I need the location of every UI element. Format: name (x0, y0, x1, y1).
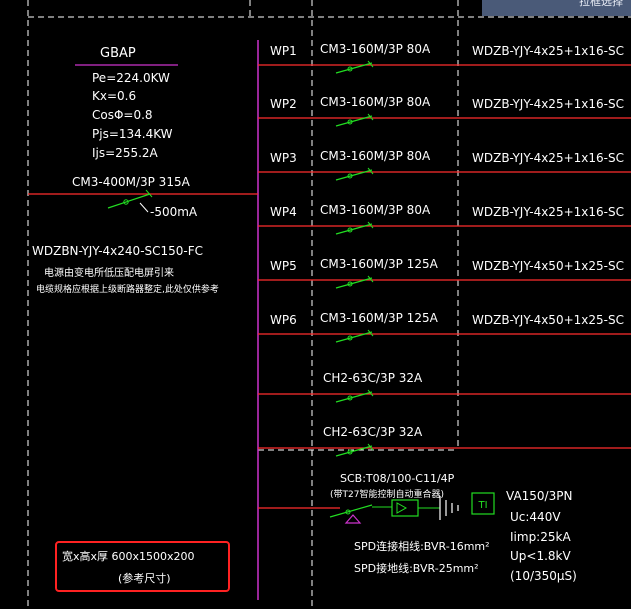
circuit-breaker-symbol (335, 275, 374, 289)
circuit-id: WP4 (270, 205, 297, 219)
circuit-id: WP1 (270, 44, 297, 58)
circuit-row: CH2-63C/3P 32A (258, 371, 631, 403)
circuit-breaker-symbol (335, 167, 374, 181)
circuit-breaker-label: CM3-160M/3P 125A (320, 311, 439, 325)
param-pe: Pe=224.0KW (92, 71, 170, 85)
outgoing-circuits: WP1 CM3-160M/3P 80A WDZB-YJY-4x25+1x16-SCW… (258, 42, 631, 457)
spd-phase-wire: SPD连接相线:BVR-16mm² (354, 539, 490, 553)
param-kx: Kx=0.6 (92, 89, 136, 103)
circuit-breaker-label: CM3-160M/3P 125A (320, 257, 439, 271)
window-select-tooltip: 拉框选择 (482, 0, 631, 16)
circuit-breaker-label: CM3-160M/3P 80A (320, 95, 431, 109)
source-note: 电源由变电所低压配电屏引来 (44, 266, 174, 279)
circuit-row: WP6 CM3-160M/3P 125A WDZB-YJY-4x50+1x25-SC (258, 311, 631, 343)
circuit-row: WP5 CM3-160M/3P 125A WDZB-YJY-4x50+1x25-SC (258, 257, 631, 289)
circuit-cable-label: WDZB-YJY-4x25+1x16-SC (472, 97, 624, 111)
leakage-label: -500mA (150, 205, 198, 219)
circuit-breaker-label: CH2-63C/3P 32A (323, 371, 423, 385)
circuit-row: WP1 CM3-160M/3P 80A WDZB-YJY-4x25+1x16-SC (258, 42, 631, 74)
circuit-cable-label: WDZB-YJY-4x25+1x16-SC (472, 205, 624, 219)
circuit-cable-label: WDZB-YJY-4x25+1x16-SC (472, 44, 624, 58)
circuit-breaker-symbol (335, 221, 374, 235)
spd-spec-model: VA150/3PN (506, 489, 572, 503)
circuit-breaker-symbol (335, 60, 374, 74)
circuit-row: WP4 CM3-160M/3P 80A WDZB-YJY-4x25+1x16-SC (258, 203, 631, 235)
circuit-breaker-symbol (335, 329, 374, 343)
circuit-row: WP2 CM3-160M/3P 80A WDZB-YJY-4x25+1x16-SC (258, 95, 631, 127)
spd-spec-wave: (10/350μS) (510, 569, 577, 583)
schematic-canvas: GBAP Pe=224.0KW Kx=0.6 CosΦ=0.8 Pjs=134.… (27, 0, 631, 609)
spd-spec-up: Up<1.8kV (510, 549, 571, 563)
spd-spec-iimp: Iimp:25kA (510, 530, 571, 544)
circuit-id: WP3 (270, 151, 297, 165)
circuit-breaker-label: CH2-63C/3P 32A (323, 425, 423, 439)
size-dimensions: 宽x高x厚 600x1500x200 (62, 549, 195, 563)
circuit-row: WP3 CM3-160M/3P 80A WDZB-YJY-4x25+1x16-SC (258, 149, 631, 181)
param-ijs: Ijs=255.2A (92, 146, 159, 160)
incoming-cable-label: WDZBN-YJY-4x240-SC150-FC (32, 244, 203, 258)
size-note: (参考尺寸) (118, 571, 171, 585)
main-breaker-label: CM3-400M/3P 315A (72, 175, 191, 189)
circuit-row: CH2-63C/3P 32A (258, 425, 631, 457)
circuit-breaker-label: CM3-160M/3P 80A (320, 203, 431, 217)
cable-note: 电缆规格应根据上级断路器整定,此处仅供参考 (36, 283, 219, 295)
circuit-id: WP5 (270, 259, 297, 273)
ti-label: TI (477, 500, 487, 511)
circuit-id: WP6 (270, 313, 297, 327)
param-cos: CosΦ=0.8 (92, 108, 153, 122)
panel-name: GBAP (100, 46, 136, 61)
circuit-breaker-symbol (335, 113, 374, 127)
circuit-breaker-label: CM3-160M/3P 80A (320, 149, 431, 163)
circuit-cable-label: WDZB-YJY-4x50+1x25-SC (472, 259, 624, 273)
circuit-breaker-label: CM3-160M/3P 80A (320, 42, 431, 56)
circuit-id: WP2 (270, 97, 297, 111)
spd-breaker-label: SCB:T08/100-C11/4P (340, 472, 455, 485)
circuit-cable-label: WDZB-YJY-4x25+1x16-SC (472, 151, 624, 165)
spd-spec-uc: Uc:440V (510, 510, 561, 524)
param-pjs: Pjs=134.4KW (92, 127, 173, 141)
circuit-breaker-symbol (335, 389, 374, 403)
leakage-pointer (139, 202, 149, 213)
circuit-cable-label: WDZB-YJY-4x50+1x25-SC (472, 313, 624, 327)
main-breaker-symbol (107, 189, 153, 209)
spd-breaker-note: (带T27智能控制自动重合器) (330, 488, 444, 500)
spd-ground-wire: SPD接地线:BVR-25mm² (354, 561, 479, 575)
